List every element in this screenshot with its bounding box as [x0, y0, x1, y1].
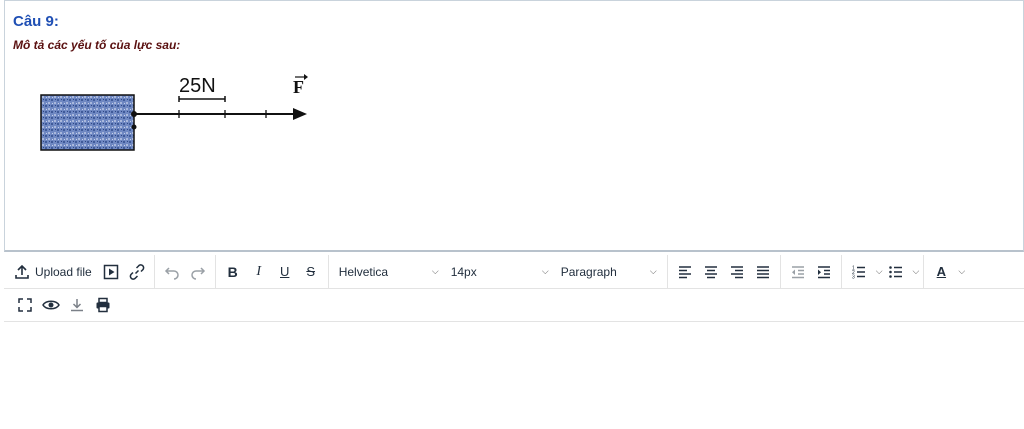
toolbar-group-selects: Helvetica ⌵ 14px ⌵ Paragraph ⌵ — [329, 254, 668, 289]
toolbar-group-history — [155, 254, 216, 289]
object-block — [40, 94, 135, 151]
print-icon — [96, 297, 110, 313]
insert-media-button[interactable] — [98, 259, 124, 285]
svg-text:3: 3 — [852, 274, 855, 280]
eye-icon — [42, 300, 60, 310]
chevron-down-icon[interactable]: ⌵ — [958, 266, 965, 277]
block-format-value: Paragraph — [560, 264, 617, 279]
download-icon — [71, 299, 83, 312]
italic-button[interactable]: I — [246, 259, 272, 285]
toolbar-group-lists: 123 ⌵ ⌵ — [842, 254, 925, 289]
outdent-button[interactable] — [785, 259, 811, 285]
underline-button[interactable]: U — [272, 259, 298, 285]
undo-button[interactable] — [159, 259, 185, 285]
toolbar-group-insert: Upload file — [4, 254, 155, 289]
upload-icon — [15, 264, 29, 279]
editor-content-area[interactable] — [4, 322, 1024, 429]
force-diagram: 25N F — [40, 74, 308, 151]
bullet-list-button[interactable] — [883, 259, 909, 285]
upload-file-label: Upload file — [35, 264, 92, 279]
fullscreen-button[interactable] — [12, 292, 38, 318]
align-center-button[interactable] — [698, 259, 724, 285]
bold-button[interactable]: B — [220, 259, 246, 285]
font-size-value: 14px — [450, 264, 477, 279]
chevron-down-icon: ⌵ — [649, 266, 657, 276]
redo-button[interactable] — [185, 259, 211, 285]
font-family-select[interactable]: Helvetica ⌵ — [333, 259, 445, 285]
align-justify-button[interactable] — [750, 259, 776, 285]
align-left-icon — [678, 265, 691, 278]
editor-toolbar-secondary — [4, 289, 1024, 322]
outdent-icon — [791, 265, 804, 278]
strikethrough-button[interactable]: S — [298, 259, 324, 285]
question-text: Mô tả các yếu tố của lực sau: — [13, 38, 181, 52]
redo-icon — [190, 266, 205, 280]
align-center-icon — [704, 265, 717, 278]
vector-label: F — [293, 77, 304, 97]
numbered-list-button[interactable]: 123 — [846, 259, 872, 285]
undo-icon — [164, 266, 179, 280]
link-icon — [129, 263, 144, 280]
upload-file-button[interactable]: Upload file — [8, 259, 98, 285]
toolbar-group-indent — [781, 254, 842, 289]
fullscreen-icon — [18, 298, 32, 312]
numbered-list-icon: 123 — [852, 265, 865, 280]
align-justify-icon — [756, 265, 769, 278]
media-icon — [103, 264, 118, 279]
scale-label: 25N — [179, 75, 216, 97]
chevron-down-icon[interactable]: ⌵ — [876, 266, 883, 277]
text-color-button[interactable]: A — [928, 259, 954, 285]
toolbar-group-format: B I U S — [216, 254, 329, 289]
print-button[interactable] — [90, 292, 116, 318]
chevron-down-icon: ⌵ — [541, 266, 549, 276]
toolbar-group-color: A ⌵ — [924, 255, 969, 289]
insert-link-button[interactable] — [124, 259, 150, 285]
indent-button[interactable] — [811, 259, 837, 285]
align-left-button[interactable] — [672, 259, 698, 285]
preview-button[interactable] — [38, 292, 64, 318]
force-vector-arrowhead — [293, 108, 307, 120]
question-panel: Câu 9: Mô tả các yếu tố của lực sau: 25N… — [4, 0, 1024, 252]
font-size-select[interactable]: 14px ⌵ — [445, 259, 555, 285]
block-format-select[interactable]: Paragraph ⌵ — [555, 259, 663, 285]
align-right-button[interactable] — [724, 259, 750, 285]
align-right-icon — [730, 265, 743, 278]
indent-icon — [817, 265, 830, 278]
font-family-value: Helvetica — [338, 264, 389, 279]
question-title: Câu 9: — [13, 13, 59, 30]
editor-toolbar: Upload file B I U S Helvetica ⌵ 14px ⌵ P… — [4, 254, 1024, 289]
bullet-list-icon — [888, 265, 902, 278]
chevron-down-icon[interactable]: ⌵ — [913, 266, 920, 277]
text-color-icon: A — [936, 264, 947, 279]
chevron-down-icon: ⌵ — [431, 266, 439, 276]
toolbar-group-align — [668, 254, 781, 289]
download-button[interactable] — [64, 292, 90, 318]
